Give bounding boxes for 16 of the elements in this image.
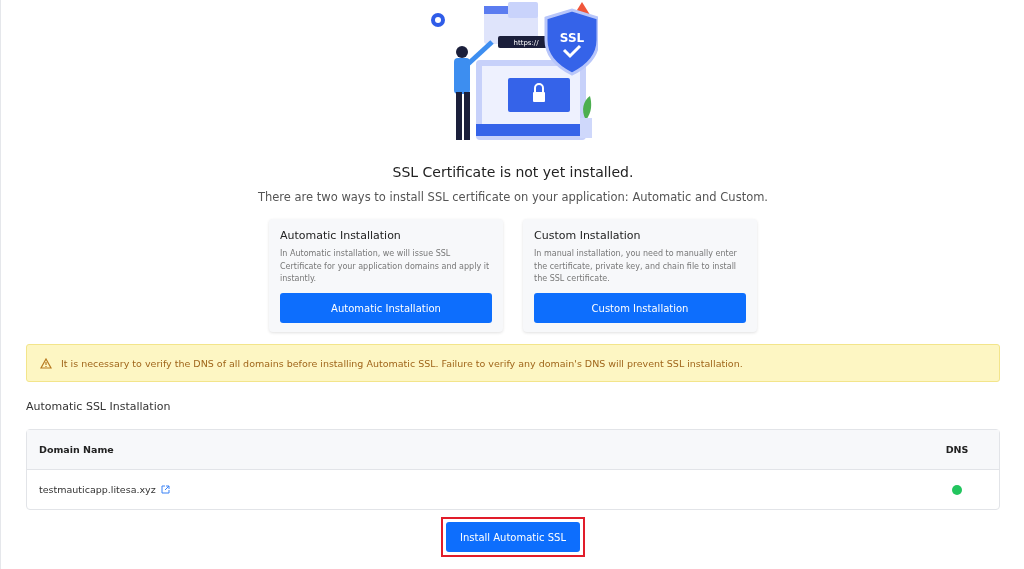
section-title: Automatic SSL Installation (26, 400, 171, 413)
card-description: In Automatic installation, we will issue SSL Certificate for your application domains and apply it instantly. (280, 248, 491, 285)
page-subtitle: There are two ways to install SSL certificate on your application: Automatic and Custom. (257, 190, 769, 204)
column-header: Domain Name (39, 444, 115, 455)
column-header: DNS (944, 444, 970, 455)
install-ssl-button[interactable]: Install Automatic SSL (446, 522, 580, 552)
card-description: In manual installation, you need to manually enter the certificate, private key, and chain file to install the SSL certificate. (534, 248, 738, 285)
card-title: Automatic Installation (280, 229, 402, 242)
installation-button[interactable]: Custom Installation (534, 293, 746, 323)
card-title: Custom Installation (534, 229, 642, 242)
domain-link[interactable]: testmauticapp.litesa.xyz (39, 484, 156, 495)
external-link-icon[interactable] (160, 485, 170, 494)
installation-button[interactable]: Automatic Installation (280, 293, 492, 323)
page-title: SSL Certificate is not yet installed. (392, 164, 634, 180)
warning-text: It is necessary to verify the DNS of all domains before installing Automatic SSL. Failure to verify any domain's DNS will prevent SSL installation. (61, 357, 743, 369)
warning-icon (40, 357, 52, 369)
